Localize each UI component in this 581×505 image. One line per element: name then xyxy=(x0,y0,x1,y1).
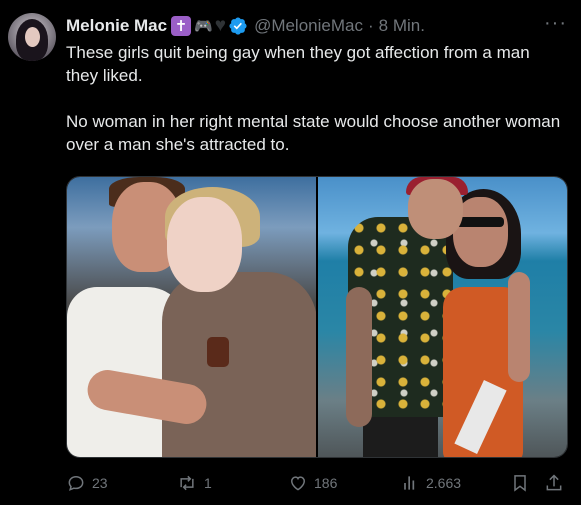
more-options-icon[interactable]: ··· xyxy=(544,12,567,35)
tweet-paragraph: No woman in her right mental state would… xyxy=(66,112,561,154)
handle[interactable]: @MelonieMac xyxy=(254,16,363,36)
bookmark-icon xyxy=(514,475,526,492)
separator-dot: · xyxy=(367,16,374,35)
avatar[interactable] xyxy=(8,13,56,61)
photo-1[interactable] xyxy=(67,177,316,457)
reply-button[interactable]: 23 xyxy=(66,473,108,493)
emoji-badges: ✝ 🎮 ♥ xyxy=(171,15,248,37)
black-heart-icon: ♥ xyxy=(214,15,227,36)
tweet-paragraph: These girls quit being gay when they got… xyxy=(66,43,530,85)
action-bar: 23 1 186 2.663 xyxy=(66,473,566,497)
cross-icon: ✝ xyxy=(171,16,192,36)
views-icon xyxy=(404,476,415,490)
share-icon xyxy=(546,474,562,491)
share-button[interactable] xyxy=(544,473,564,493)
tweet-header: Melonie Mac ✝ 🎮 ♥ @MelonieMac · 8 Min. xyxy=(66,14,425,38)
bookmark-button[interactable] xyxy=(510,473,530,493)
display-name[interactable]: Melonie Mac xyxy=(66,16,167,36)
repost-icon xyxy=(180,475,194,491)
photo-2[interactable] xyxy=(317,177,567,457)
tweet[interactable]: Melonie Mac ✝ 🎮 ♥ @MelonieMac · 8 Min. ·… xyxy=(0,0,581,505)
tweet-text: These girls quit being gay when they got… xyxy=(66,41,566,179)
verified-icon xyxy=(228,16,248,36)
media-grid xyxy=(66,176,568,458)
reply-icon xyxy=(68,475,84,491)
like-count: 186 xyxy=(314,475,338,491)
like-button[interactable]: 186 xyxy=(288,473,337,493)
heart-icon xyxy=(290,476,306,491)
views-button[interactable]: 2.663 xyxy=(400,473,461,493)
gamepad-icon: 🎮 xyxy=(194,18,213,35)
reply-count: 23 xyxy=(92,475,108,491)
repost-button[interactable]: 1 xyxy=(176,473,212,493)
repost-count: 1 xyxy=(204,475,212,491)
timestamp[interactable]: 8 Min. xyxy=(379,16,425,36)
views-count: 2.663 xyxy=(426,475,462,491)
